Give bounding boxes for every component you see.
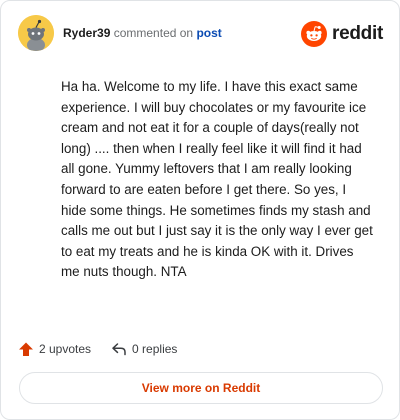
commented-on-text: commented on <box>113 26 194 40</box>
snoo-avatar-icon <box>18 15 54 51</box>
comment-embed-card: Ryder39 commented on post reddit Ha ha. … <box>0 0 400 420</box>
upvotes-count: 2 upvotes <box>39 342 92 356</box>
reddit-wordmark: reddit <box>332 23 383 44</box>
reddit-brand[interactable]: reddit <box>301 21 383 47</box>
replies-count: 0 replies <box>132 342 178 356</box>
comment-stats: 2 upvotes 0 replies <box>18 339 177 359</box>
view-more-on-reddit-button[interactable]: View more on Reddit <box>19 372 383 404</box>
comment-header: Ryder39 commented on post reddit <box>18 15 383 55</box>
comment-body: Ha ha. Welcome to my life. I have this e… <box>61 79 373 280</box>
reddit-logo-icon <box>301 21 328 47</box>
username-link[interactable]: Ryder39 <box>63 26 110 40</box>
comment-byline: Ryder39 commented on post <box>63 26 222 40</box>
upvote-arrow-icon <box>19 342 33 356</box>
post-link[interactable]: post <box>196 26 221 40</box>
user-avatar[interactable] <box>18 15 54 51</box>
replies-stat[interactable]: 0 replies <box>111 341 177 357</box>
upvotes-stat[interactable]: 2 upvotes <box>18 341 91 357</box>
reply-arrow-icon <box>112 343 126 356</box>
